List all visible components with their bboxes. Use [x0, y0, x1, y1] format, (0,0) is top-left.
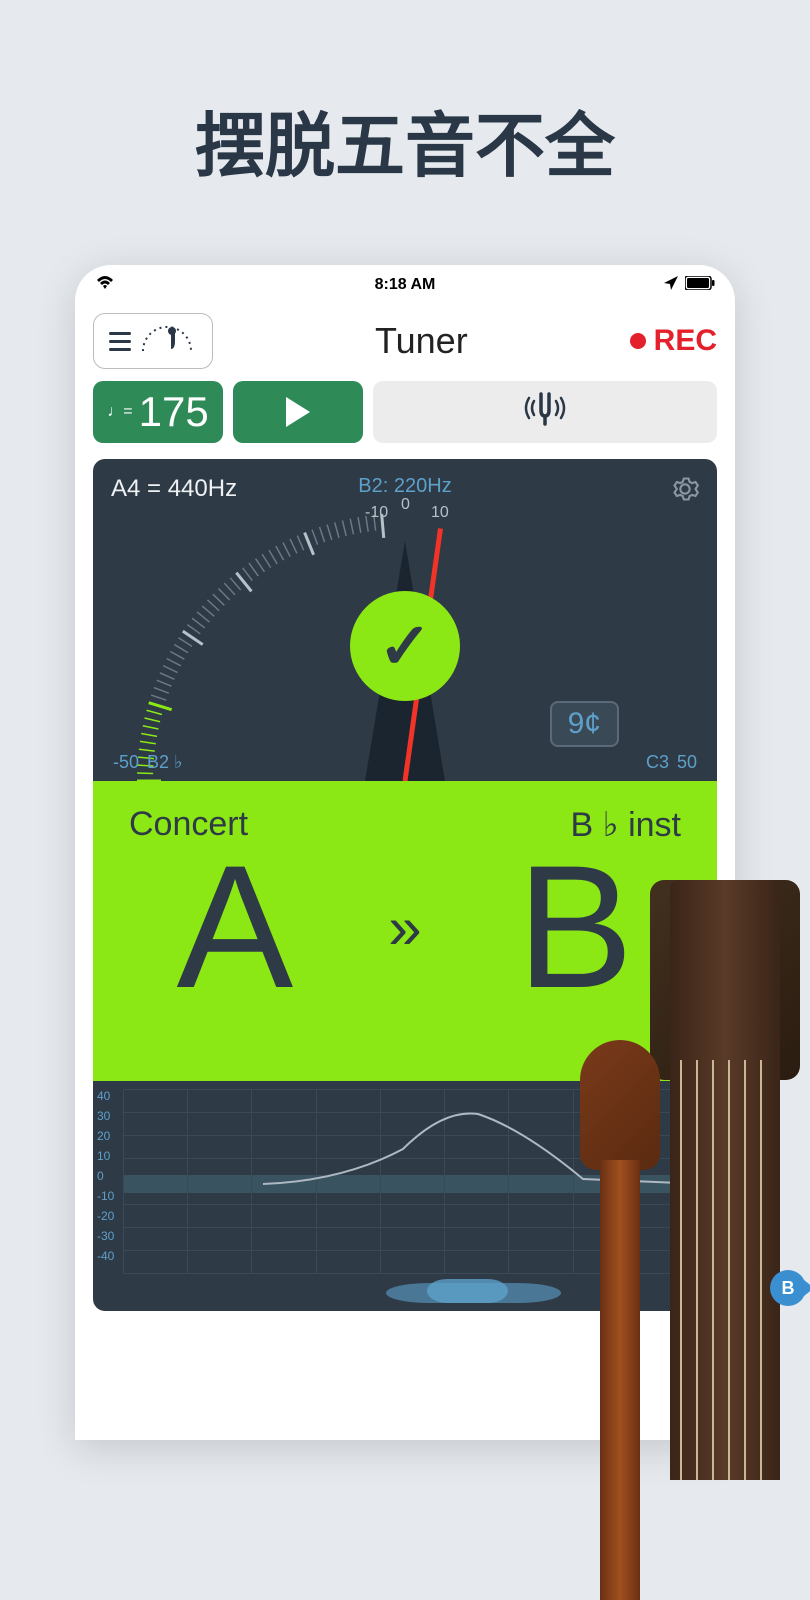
scale-left-cents: -50	[113, 752, 139, 773]
pitch-history-graph[interactable]: 40 30 20 10 0 -10 -20 -30 -40	[93, 1081, 717, 1311]
tuning-fork-icon	[515, 388, 575, 437]
graph-y-labels: 40 30 20 10 0 -10 -20 -30 -40	[97, 1089, 114, 1263]
wifi-icon	[95, 275, 115, 296]
string-indicator-badge: B	[770, 1270, 806, 1306]
check-icon: ✓	[378, 609, 432, 684]
location-icon	[663, 275, 679, 296]
play-icon	[286, 397, 310, 427]
record-dot-icon	[630, 333, 646, 349]
tempo-button[interactable]: ♩= 175	[93, 381, 223, 443]
tuner-gauge-panel: A4 = 440Hz B2: 220Hz -10 0 10 ✓ 9¢ -50 B…	[93, 459, 717, 781]
transpose-arrow-icon: »	[388, 893, 421, 962]
transposed-note: B	[517, 840, 634, 1015]
graph-grid	[123, 1089, 707, 1273]
scale-endpoints: -50 B2 ♭ C3 50	[93, 752, 717, 773]
control-row: ♩= 175	[75, 381, 735, 459]
tempo-prefix: ♩=	[107, 403, 132, 421]
tuning-fork-button[interactable]	[373, 381, 717, 443]
cents-offset-badge: 9¢	[550, 701, 619, 747]
tick-label-plus10: 10	[431, 504, 449, 521]
concert-note: A	[177, 840, 294, 1015]
promo-headline: 摆脱五音不全	[0, 0, 810, 191]
record-label: REC	[654, 324, 717, 358]
play-button[interactable]	[233, 381, 363, 443]
note-display-panel[interactable]: Concert B ♭ inst A » B	[93, 781, 717, 1081]
in-tune-indicator: ✓	[350, 591, 460, 701]
tuner-gauge-icon	[137, 321, 197, 362]
scale-right-cents: 50	[677, 752, 697, 773]
scale-right-note: C3	[646, 752, 669, 773]
status-time: 8:18 AM	[375, 276, 436, 294]
phone-mockup: 8:18 AM Tuner REC	[75, 265, 735, 1440]
tick-label-zero: 0	[401, 496, 410, 513]
pitch-line	[123, 1089, 707, 1273]
app-header: Tuner REC	[75, 305, 735, 381]
app-title: Tuner	[375, 320, 468, 362]
tempo-value: 175	[139, 388, 209, 436]
scale-left-note: B2 ♭	[147, 752, 183, 773]
battery-icon	[685, 276, 715, 295]
status-bar: 8:18 AM	[75, 265, 735, 305]
record-button[interactable]: REC	[630, 324, 717, 358]
audio-waveform	[123, 1279, 707, 1303]
tick-label-minus10: -10	[365, 504, 388, 521]
hamburger-icon	[109, 332, 131, 351]
menu-button[interactable]	[93, 313, 213, 369]
